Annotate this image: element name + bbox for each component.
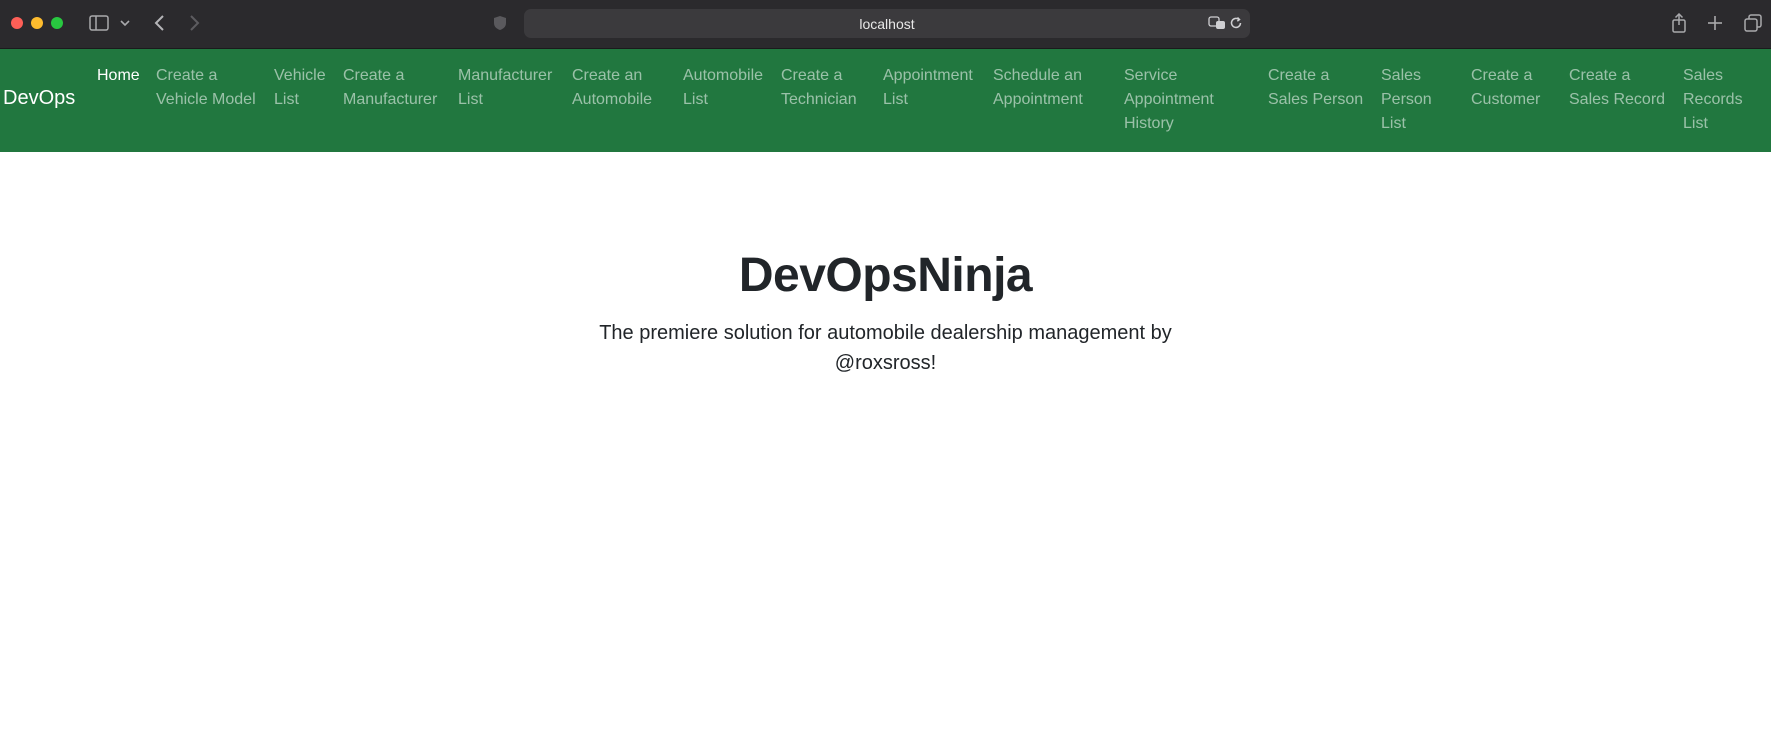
nav-sales-records-list[interactable]: Sales Records List — [1683, 64, 1743, 136]
browser-toolbar: localhost — [0, 0, 1771, 49]
nav-automobile-list[interactable]: Automobile List — [683, 64, 763, 112]
reload-icon[interactable] — [1229, 16, 1243, 30]
sidebar-toggle-icon[interactable] — [88, 12, 110, 34]
forward-arrow-icon[interactable] — [186, 12, 204, 34]
nav-service-appointment-history[interactable]: Service Appointment History — [1124, 64, 1214, 136]
back-arrow-icon[interactable] — [150, 12, 168, 34]
new-tab-icon[interactable] — [1705, 12, 1725, 34]
privacy-shield-icon[interactable] — [492, 12, 508, 34]
zoom-window-button[interactable] — [51, 17, 63, 29]
nav-create-sales-record[interactable]: Create a Sales Record — [1569, 64, 1665, 112]
nav-create-vehicle-model[interactable]: Create a Vehicle Model — [156, 64, 256, 112]
nav-home[interactable]: Home — [97, 64, 140, 88]
nav-create-technician[interactable]: Create a Technician — [781, 64, 857, 112]
nav-sales-person-list[interactable]: Sales Person List — [1381, 64, 1432, 136]
minimize-window-button[interactable] — [31, 17, 43, 29]
nav-create-automobile[interactable]: Create an Automobile — [572, 64, 652, 112]
nav-create-manufacturer[interactable]: Create a Manufacturer — [343, 64, 437, 112]
hero-section: DevOpsNinja The premiere solution for au… — [0, 244, 1771, 378]
nav-appointment-list[interactable]: Appointment List — [883, 64, 973, 112]
close-window-button[interactable] — [11, 17, 23, 29]
main-navbar: DevOps Home Create a Vehicle Model Vehic… — [0, 49, 1771, 152]
translate-icon[interactable] — [1208, 16, 1226, 30]
chevron-down-icon[interactable] — [118, 12, 132, 34]
page-subtitle: The premiere solution for automobile dea… — [599, 322, 1172, 374]
share-icon[interactable] — [1669, 12, 1689, 34]
navbar-brand[interactable]: DevOps — [3, 87, 75, 110]
tab-overview-icon[interactable] — [1743, 12, 1763, 34]
nav-schedule-appointment[interactable]: Schedule an Appointment — [993, 64, 1083, 112]
nav-create-customer[interactable]: Create a Customer — [1471, 64, 1540, 112]
url-text: localhost — [859, 15, 915, 32]
nav-vehicle-list[interactable]: Vehicle List — [274, 64, 326, 112]
address-bar[interactable]: localhost — [524, 9, 1250, 38]
nav-create-sales-person[interactable]: Create a Sales Person — [1268, 64, 1363, 112]
page-title: DevOpsNinja — [738, 249, 1033, 302]
nav-manufacturer-list[interactable]: Manufacturer List — [458, 64, 552, 112]
